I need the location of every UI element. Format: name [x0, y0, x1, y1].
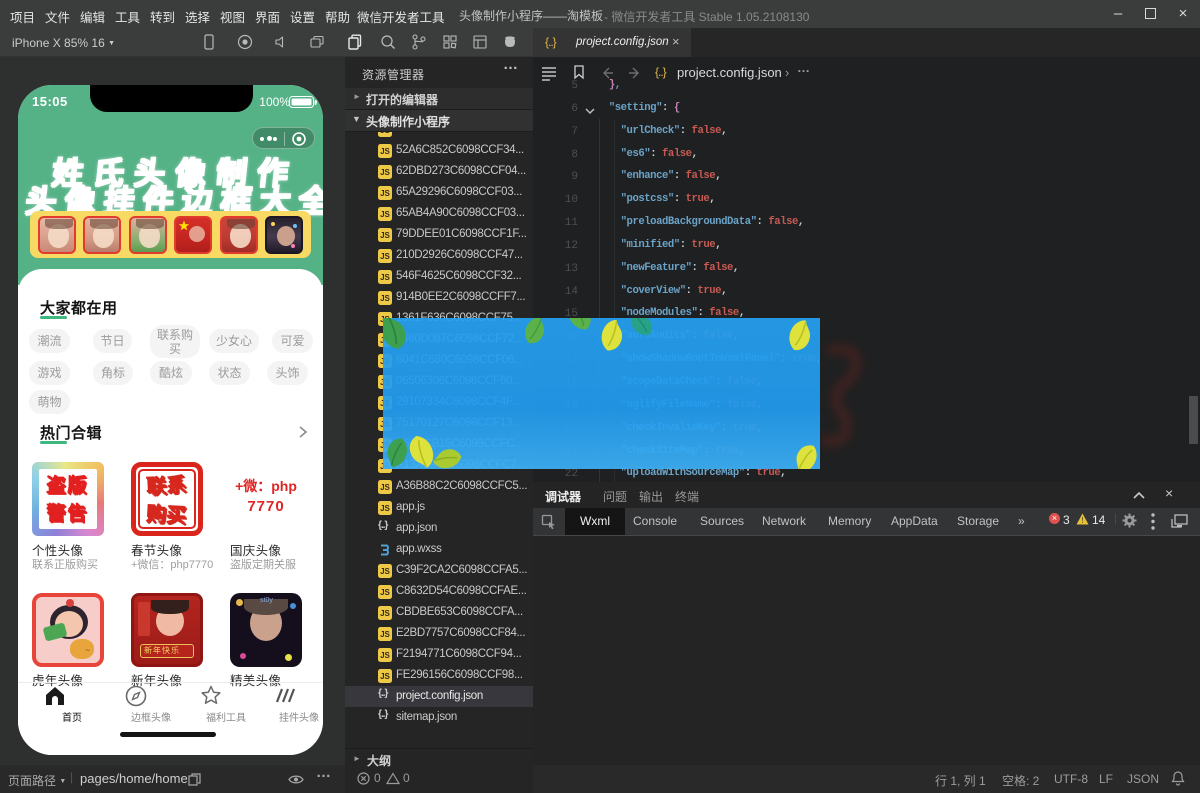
svg-text:!: ! [1081, 516, 1083, 525]
